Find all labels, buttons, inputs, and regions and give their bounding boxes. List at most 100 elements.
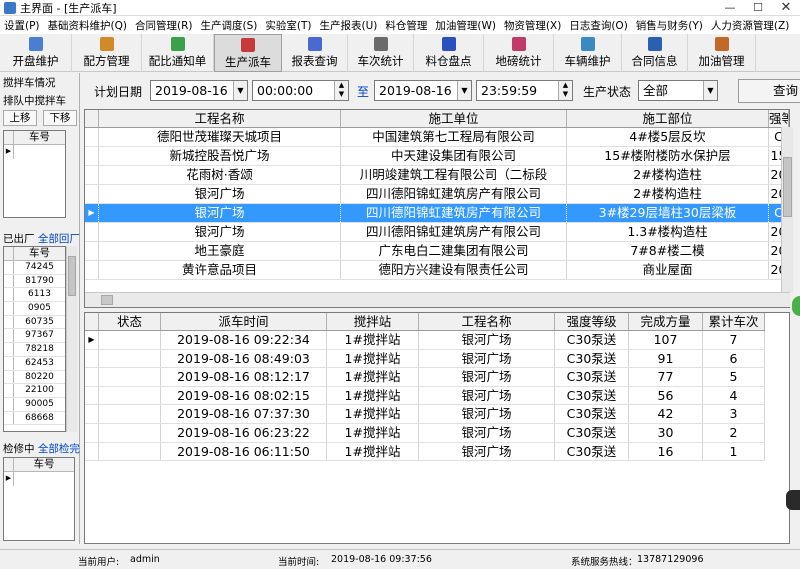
menu-silo[interactable]: 料仓管理 [381, 18, 431, 33]
out-truck-row[interactable]: 81790 [4, 274, 65, 289]
menu-hr[interactable]: 人力资源管理(Z) [707, 18, 793, 33]
repair-all-button[interactable]: 全部检完 [38, 443, 80, 455]
dispatch-col-header[interactable]: 完成方量 [629, 313, 703, 330]
date-from-picker[interactable]: 2019-08-16 ▼ [150, 80, 248, 101]
out-truck-row[interactable]: 90005 [4, 397, 65, 412]
dispatch-col-header[interactable]: 强度等级 [555, 313, 629, 330]
project-col-header[interactable]: 工程名称 [99, 110, 341, 127]
toolbar-button[interactable]: 报表查询 [282, 34, 348, 72]
current-time-label: 当前时间: [278, 557, 320, 568]
move-down-button[interactable]: 下移 [43, 110, 77, 126]
project-row[interactable]: 银河广场 四川德阳锦虹建筑房产有限公司 2#楼构造柱 20 [85, 185, 789, 204]
query-button[interactable]: 查询 [738, 79, 800, 103]
project-col-header[interactable]: 强等 [769, 110, 789, 127]
out-trucks-scrollbar[interactable] [66, 246, 77, 432]
side-handle[interactable] [792, 296, 800, 316]
minimize-icon[interactable]: — [716, 0, 744, 16]
spinner-icon[interactable]: ▲ ▼ [558, 81, 572, 100]
date-to-picker[interactable]: 2019-08-16 ▼ [374, 80, 472, 101]
out-truck-row[interactable]: 62453 [4, 356, 65, 371]
out-truck-row[interactable]: 74245 [4, 261, 65, 275]
status-select[interactable]: 全部 ▼ [638, 80, 718, 101]
dispatch-row[interactable]: 2019-08-16 06:23:22 1#搅拌站 银河广场 C30泵送 30 2 [85, 424, 765, 443]
project-cell: 四川德阳锦虹建筑房产有限公司 [341, 204, 567, 222]
dispatch-cell [99, 331, 161, 349]
project-cell: 四川德阳锦虹建筑房产有限公司 [341, 223, 567, 241]
time-from-input[interactable]: 00:00:00 ▲ ▼ [252, 80, 349, 101]
menu-dispatch[interactable]: 生产调度(S) [197, 18, 262, 33]
move-up-button[interactable]: 上移 [3, 110, 37, 126]
close-icon[interactable]: ✕ [772, 0, 800, 16]
dispatch-row[interactable]: 2019-08-16 07:37:30 1#搅拌站 银河广场 C30泵送 42 3 [85, 405, 765, 424]
truck-number: 62453 [25, 357, 54, 368]
toolbar-button[interactable]: 生产派车 [214, 34, 282, 72]
toolbar-button[interactable]: 料仓盘点 [414, 34, 484, 72]
toolbar-button[interactable]: 开盘维护 [0, 34, 72, 72]
out-truck-row[interactable]: 0905 [4, 302, 65, 316]
out-truck-row[interactable]: 22100 [4, 384, 65, 398]
toolbar-button[interactable]: 加油管理 [688, 34, 756, 72]
menu-lab[interactable]: 实验室(T) [261, 18, 315, 33]
dispatch-grid[interactable]: 状态 派车时间 搅拌站 工程名称 强度等级 完成方量 累计车次 ▶ 2019-08-16 09… [84, 312, 790, 544]
project-col-header[interactable]: 施工部位 [567, 110, 769, 127]
toolbar-button[interactable]: 车次统计 [348, 34, 414, 72]
row-pointer-icon [85, 349, 99, 368]
project-row[interactable]: 地王豪庭 广东电白二建集团有限公司 7#8#楼二模 20 [85, 242, 789, 261]
menu-reports[interactable]: 生产报表(U) [315, 18, 381, 33]
dispatch-row[interactable]: ▶ 2019-08-16 09:22:34 1#搅拌站 银河广场 C30泵送 107 7 [85, 331, 765, 350]
dispatch-cell: 1#搅拌站 [327, 424, 419, 442]
toolbar-button[interactable]: 地磅统计 [484, 34, 554, 72]
project-col-header[interactable]: 施工单位 [341, 110, 567, 127]
dispatch-row[interactable]: 2019-08-16 08:02:15 1#搅拌站 银河广场 C30泵送 56 4 [85, 386, 765, 406]
toolbar-button[interactable]: 车辆维护 [554, 34, 622, 72]
menu-logs[interactable]: 日志查询(O) [565, 18, 631, 33]
project-row[interactable]: ▶ 银河广场 四川德阳锦虹建筑房产有限公司 3#楼29层墙柱30层梁板 C [85, 204, 789, 223]
dispatch-col-header[interactable]: 派车时间 [161, 313, 327, 330]
menu-fuel[interactable]: 加油管理(W) [431, 18, 500, 33]
project-row[interactable]: 银河广场 四川德阳锦虹建筑房产有限公司 1.3#楼构造柱 20 [85, 223, 789, 242]
dispatch-cell: 1#搅拌站 [327, 349, 419, 368]
menu-materials[interactable]: 物资管理(X) [500, 18, 565, 33]
toolbar-button[interactable]: 配比通知单 [142, 34, 214, 72]
chevron-down-icon[interactable]: ▼ [233, 81, 247, 100]
project-row[interactable]: 德阳世茂璀璨天城项目 中国建筑第七工程局有限公司 4#楼5层反坎 C [85, 128, 789, 147]
project-grid-hscroll[interactable] [85, 292, 790, 307]
repair-grid[interactable]: 车号 ▶ [3, 457, 75, 541]
dispatch-col-header[interactable]: 状态 [99, 313, 161, 330]
spinner-icon[interactable]: ▲ ▼ [334, 81, 348, 100]
toolbar-button[interactable]: 配方管理 [72, 34, 142, 72]
dispatch-col-header[interactable]: 累计车次 [703, 313, 765, 330]
time-to-input[interactable]: 23:59:59 ▲ ▼ [476, 80, 573, 101]
side-tab[interactable] [786, 490, 800, 510]
dispatch-row[interactable]: 2019-08-16 08:49:03 1#搅拌站 银河广场 C30泵送 91 6 [85, 349, 765, 369]
chevron-down-icon[interactable]: ▼ [703, 81, 717, 100]
dispatch-row[interactable]: 2019-08-16 08:12:17 1#搅拌站 银河广场 C30泵送 77 5 [85, 368, 765, 387]
queue-grid[interactable]: 车号 ▶ [3, 130, 66, 218]
project-row[interactable]: 新城控股吾悦广场 中天建设集团有限公司 15#楼附楼防水保护层 15 [85, 147, 789, 166]
project-grid-vscroll[interactable] [781, 127, 793, 293]
project-row[interactable]: 花雨树·香颂 川明竣建筑工程有限公司（二标段 2#楼构造柱 20 [85, 166, 789, 185]
out-truck-row[interactable]: 80220 [4, 370, 65, 385]
maximize-icon[interactable]: ☐ [744, 0, 772, 16]
project-grid[interactable]: 工程名称施工单位施工部位强等 德阳世茂璀璨天城项目中国建筑第七工程局有限公司4#… [84, 109, 790, 308]
menu-finance[interactable]: 销售与财务(Y) [632, 18, 707, 33]
return-all-button[interactable]: 全部回厂 [38, 233, 80, 245]
out-truck-row[interactable]: 78218 [4, 343, 65, 357]
toolbar-button[interactable]: 合同信息 [622, 34, 688, 72]
toolbar-button-label: 地磅统计 [495, 54, 542, 68]
out-truck-row[interactable]: 6113 [4, 288, 65, 303]
out-truck-row[interactable]: 68668 [4, 411, 65, 426]
dispatch-col-header[interactable]: 搅拌站 [327, 313, 419, 330]
dispatch-cell: 2019-08-16 08:49:03 [161, 349, 327, 368]
menu-settings[interactable]: 设置(P) [0, 18, 44, 33]
chevron-down-icon[interactable]: ▼ [457, 81, 471, 100]
out-truck-row[interactable]: 97367 [4, 329, 65, 344]
out-truck-row[interactable]: 60735 [4, 315, 65, 330]
project-row[interactable]: 黄许意品项目 德阳方兴建设有限责任公司 商业屋面 20 [85, 261, 789, 280]
dispatch-row[interactable]: 2019-08-16 06:11:50 1#搅拌站 银河广场 C30泵送 16 1 [85, 442, 765, 462]
menu-contract[interactable]: 合同管理(R) [131, 18, 197, 33]
dispatch-col-header[interactable]: 工程名称 [419, 313, 555, 330]
out-trucks-grid[interactable]: 车号 74245 81790 6113 0905 60735 97367 78218 6245… [3, 246, 66, 432]
truck-number: 68668 [25, 412, 54, 423]
menu-basic-data[interactable]: 基础资料维护(Q) [44, 18, 131, 33]
